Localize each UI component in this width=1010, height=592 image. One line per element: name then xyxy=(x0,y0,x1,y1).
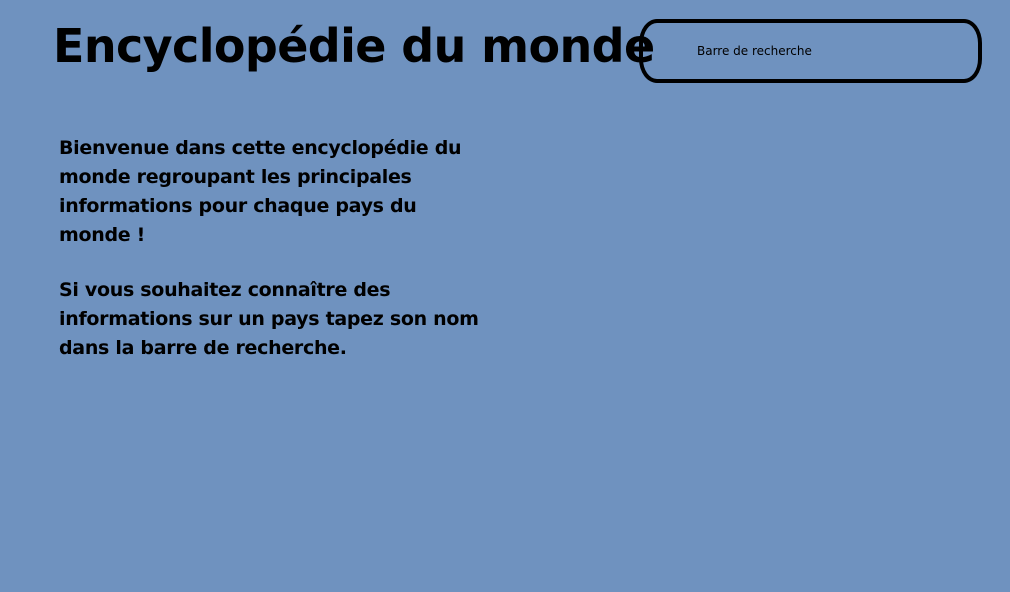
welcome-paragraph: Bienvenue dans cette encyclopédie du mon… xyxy=(59,137,462,246)
page-title: Encyclopédie du monde xyxy=(53,19,655,73)
intro-text: Bienvenue dans cette encyclopédie du mon… xyxy=(59,134,479,389)
search-input[interactable] xyxy=(697,40,957,62)
search-bar[interactable] xyxy=(639,19,982,83)
instructions-paragraph: Si vous souhaitez connaître des informat… xyxy=(59,279,479,359)
